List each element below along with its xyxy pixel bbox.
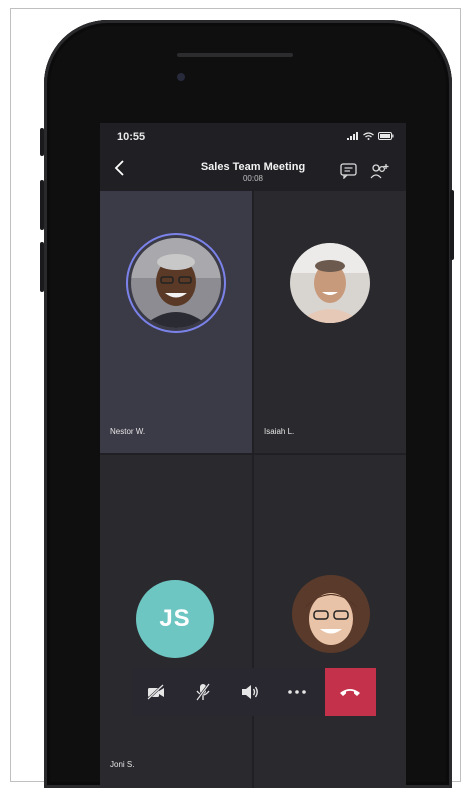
call-duration: 00:08 — [242, 174, 264, 183]
participant-tile-nestor[interactable]: Nestor W. — [100, 191, 252, 453]
teams-call-screen: 10:55 Sales Team Meeting 00:08 Nestor W.… — [100, 123, 406, 788]
speaker-button[interactable] — [226, 668, 273, 716]
participant-tile-joni[interactable]: JS Joni S. — [100, 455, 252, 788]
participant-tile-isaiah[interactable]: Isaiah L. — [254, 191, 406, 453]
power-button — [450, 190, 454, 260]
mute-button[interactable] — [179, 668, 226, 716]
call-header: Sales Team Meeting 00:08 — [100, 151, 406, 191]
mute-switch — [40, 128, 44, 156]
participant-name: Isaiah L. — [264, 427, 295, 436]
meeting-title: Sales Team Meeting — [200, 161, 306, 173]
back-button[interactable] — [108, 159, 130, 181]
volume-up-button — [40, 180, 44, 230]
more-options-button[interactable] — [274, 668, 321, 716]
chevron-left-icon — [114, 160, 124, 176]
add-people-icon[interactable] — [370, 163, 390, 179]
cellular-signal-icon — [347, 132, 358, 140]
avatar-nestor — [131, 238, 221, 328]
video-toggle-button[interactable] — [132, 668, 179, 716]
avatar-initials: JS — [136, 580, 214, 658]
hang-up-button[interactable] — [324, 668, 377, 716]
more-icon — [288, 690, 307, 694]
status-icons — [347, 132, 394, 140]
speaker-icon — [242, 685, 258, 699]
battery-icon — [378, 132, 394, 140]
status-time: 10:55 — [117, 131, 146, 143]
call-controls — [132, 668, 377, 716]
participant-tile-4[interactable] — [254, 455, 406, 788]
front-camera — [177, 73, 185, 81]
camera-off-icon — [146, 684, 164, 700]
meeting-info: Sales Team Meeting 00:08 — [160, 161, 346, 183]
hang-up-icon — [340, 689, 361, 696]
participant-name: Nestor W. — [110, 427, 146, 436]
volume-down-button — [40, 242, 44, 292]
participant-name: Joni S. — [110, 760, 135, 769]
wifi-icon — [363, 132, 374, 140]
status-bar: 10:55 — [100, 123, 406, 151]
earpiece-speaker — [177, 53, 293, 57]
chat-icon[interactable] — [340, 163, 358, 179]
avatar-isaiah — [290, 243, 370, 323]
mic-off-icon — [195, 683, 210, 701]
avatar-participant-4 — [292, 575, 370, 653]
